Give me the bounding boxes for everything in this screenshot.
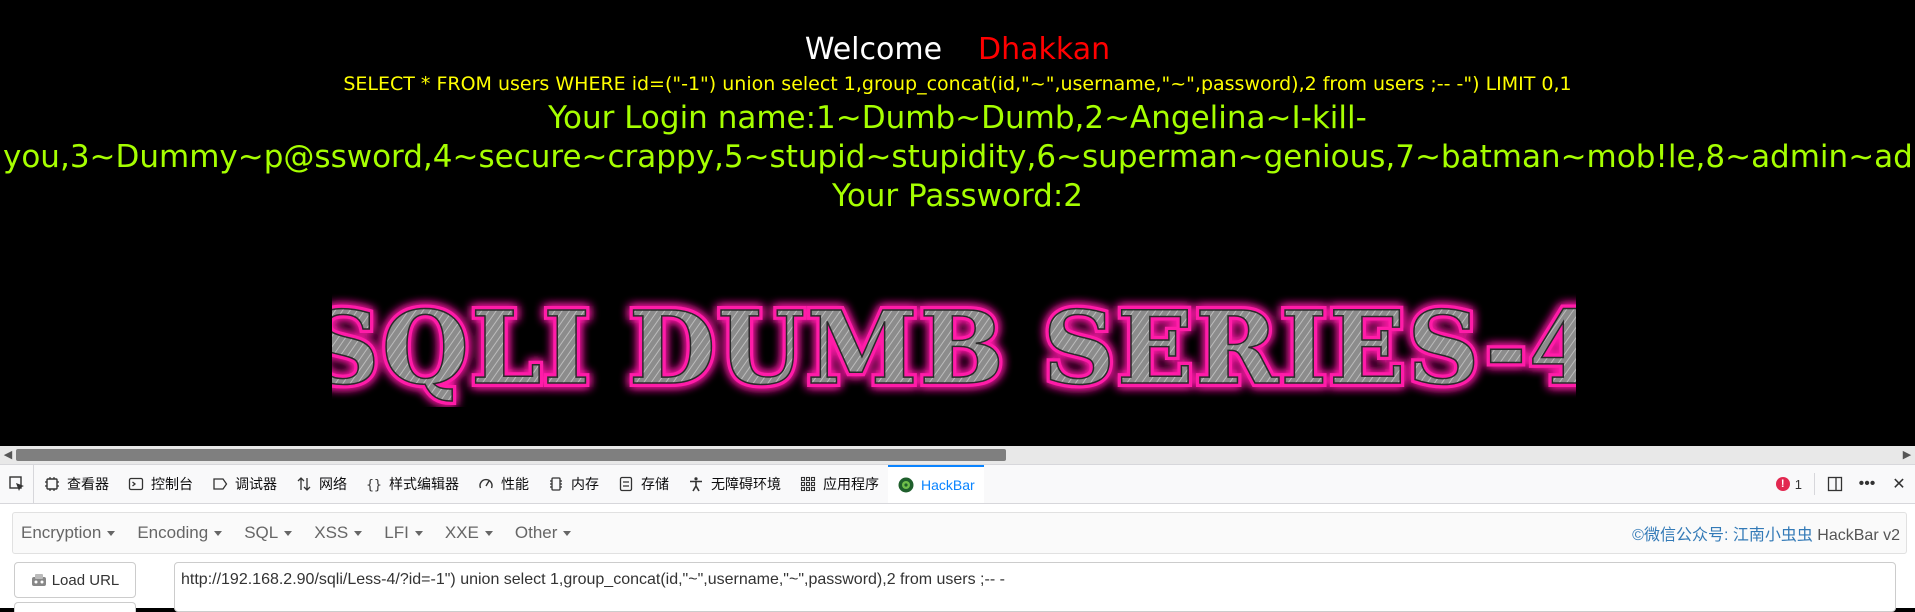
devtools-tab-hackbar[interactable]: HackBar (888, 465, 984, 503)
hackbar-menu-encryption[interactable]: Encryption (21, 523, 116, 543)
devtools-tab-label: HackBar (921, 477, 975, 493)
devtools-tab-debugger[interactable]: 调试器 (202, 465, 286, 503)
brand-link[interactable]: ©微信公众号: 江南小虫虫 (1632, 527, 1813, 544)
hackbar-menu-label: XXE (444, 523, 479, 542)
devtools-tab-label: 存储 (641, 476, 669, 492)
style-editor-icon: {} (365, 475, 383, 493)
network-icon (295, 475, 313, 493)
horizontal-scrollbar[interactable]: ◀ ▶ (0, 446, 1915, 464)
memory-icon (547, 475, 565, 493)
devtools-tab-storage[interactable]: 存储 (608, 465, 678, 503)
devtools-tab-label: 查看器 (67, 476, 109, 492)
devtools-tab-label: 调试器 (235, 476, 277, 492)
hackbar-icon (897, 476, 915, 494)
devtools-tab-accessibility[interactable]: 无障碍环境 (678, 465, 790, 503)
hackbar-menu-encoding[interactable]: Encoding (137, 523, 223, 543)
devtools-tab-console[interactable]: 控制台 (118, 465, 202, 503)
devtools-tab-label: 无障碍环境 (711, 476, 781, 492)
load-url-label: Load URL (51, 571, 120, 589)
close-icon[interactable]: ✕ (1883, 465, 1915, 503)
welcome-text: Welcome (804, 32, 943, 67)
brand-version: HackBar v2 (1817, 527, 1900, 544)
devtools-tab-style-editor[interactable]: {} 样式编辑器 (356, 465, 468, 503)
hackbar-menu-label: Other (514, 523, 558, 542)
chevron-down-icon (563, 530, 572, 536)
devtools-tab-performance[interactable]: 性能 (468, 465, 538, 503)
debugger-icon (211, 475, 229, 493)
scroll-left-arrow-icon[interactable]: ◀ (0, 446, 16, 464)
devtools-tab-network[interactable]: 网络 (286, 465, 356, 503)
hackbar-panel: Encryption Encoding SQL XSS LFI XXE Other ©微信公… (0, 504, 1915, 612)
hackbar-menu-xss[interactable]: XSS (314, 523, 363, 543)
load-url-button[interactable]: Load URL (14, 562, 136, 598)
hackbar-menu-other[interactable]: Other (515, 523, 572, 543)
hackbar-menu: Encryption Encoding SQL XSS LFI XXE Other ©微信公… (12, 512, 1907, 554)
login-name-line-1: Your Login name:1~Dumb~Dumb,2~Angelina~I… (548, 100, 1367, 136)
load-url-icon (31, 573, 47, 587)
page-content: Welcome Dhakkan SELECT * FROM users WHERE… (0, 0, 1915, 446)
welcome-heading: Welcome Dhakkan (0, 32, 1915, 68)
scroll-right-arrow-icon[interactable]: ▶ (1899, 446, 1915, 464)
devtools-tab-label: 应用程序 (823, 476, 879, 492)
password-text: Your Password:2 (832, 178, 1083, 214)
devtools-tab-label: 控制台 (151, 476, 193, 492)
devtools-tab-memory[interactable]: 内存 (538, 465, 608, 503)
devtools-tab-label: 内存 (571, 476, 599, 492)
chevron-down-icon (484, 530, 493, 536)
devtools-tabs: 查看器 控制台 调试器 网络 {} 样式编辑器 性能 内存 存储 无障碍环境 应用程序 HackBar (34, 465, 984, 503)
sql-query-text: SELECT * FROM users WHERE id=("-1") unio… (343, 73, 1572, 95)
hackbar-menu-label: Encryption (21, 523, 102, 542)
chevron-down-icon (414, 530, 423, 536)
devtools-tab-application[interactable]: 应用程序 (790, 465, 888, 503)
devtools-tab-label: 性能 (501, 476, 529, 492)
hackbar-menu-sql[interactable]: SQL (244, 523, 293, 543)
performance-icon (477, 475, 495, 493)
banner-text: SQLI DUMB SERIES-4 (332, 289, 1576, 407)
hackbar-brand: ©微信公众号: 江南小虫虫 HackBar v2 (1632, 521, 1900, 545)
storage-icon (617, 475, 635, 493)
hackbar-menu-label: Encoding (137, 523, 209, 542)
scrollbar-thumb[interactable] (16, 449, 1006, 461)
more-options-icon[interactable]: ••• (1851, 465, 1883, 503)
login-name-line-2: you,3~Dummy~p@ssword,4~secure~crappy,5~s… (3, 139, 1915, 175)
sqli-dumb-series-banner: SQLI DUMB SERIES-4 SQLI DUMB SERIES-4 (332, 285, 1576, 407)
console-icon (127, 475, 145, 493)
error-icon: ! (1775, 477, 1790, 491)
devtools-right-controls: ! 1 ••• ✕ (1768, 465, 1915, 503)
hackbar-menu-xxe[interactable]: XXE (445, 523, 493, 543)
chevron-down-icon (214, 530, 223, 536)
application-icon (799, 475, 817, 493)
element-picker-icon[interactable] (0, 465, 34, 503)
svg-text:{}: {} (366, 478, 382, 492)
chevron-down-icon (284, 530, 293, 536)
hackbar-menu-label: LFI (384, 523, 409, 542)
url-textarea[interactable]: http://192.168.2.90/sqli/Less-4/?id=-1")… (174, 562, 1896, 612)
hackbar-menu-label: SQL (244, 523, 279, 542)
hackbar-menu-lfi[interactable]: LFI (384, 523, 423, 543)
split-url-button[interactable] (14, 602, 136, 612)
inspector-icon (43, 475, 61, 493)
devtools-tab-inspector[interactable]: 查看器 (34, 465, 118, 503)
accessibility-icon (687, 475, 705, 493)
error-count: 1 (1794, 476, 1802, 492)
username-text: Dhakkan (978, 32, 1111, 67)
error-counter[interactable]: ! 1 (1768, 477, 1810, 492)
hackbar-menu-items: Encryption Encoding SQL XSS LFI XXE Other (21, 523, 593, 543)
dock-toggle-icon[interactable] (1819, 465, 1851, 503)
chevron-down-icon (354, 530, 363, 536)
devtools-tab-label: 样式编辑器 (389, 476, 459, 492)
devtools-tab-label: 网络 (319, 476, 347, 492)
devtools-toolbar: 查看器 控制台 调试器 网络 {} 样式编辑器 性能 内存 存储 无障碍环境 应用程序 HackBar… (0, 464, 1915, 504)
chevron-down-icon (107, 530, 116, 536)
hackbar-menu-label: XSS (314, 523, 349, 542)
